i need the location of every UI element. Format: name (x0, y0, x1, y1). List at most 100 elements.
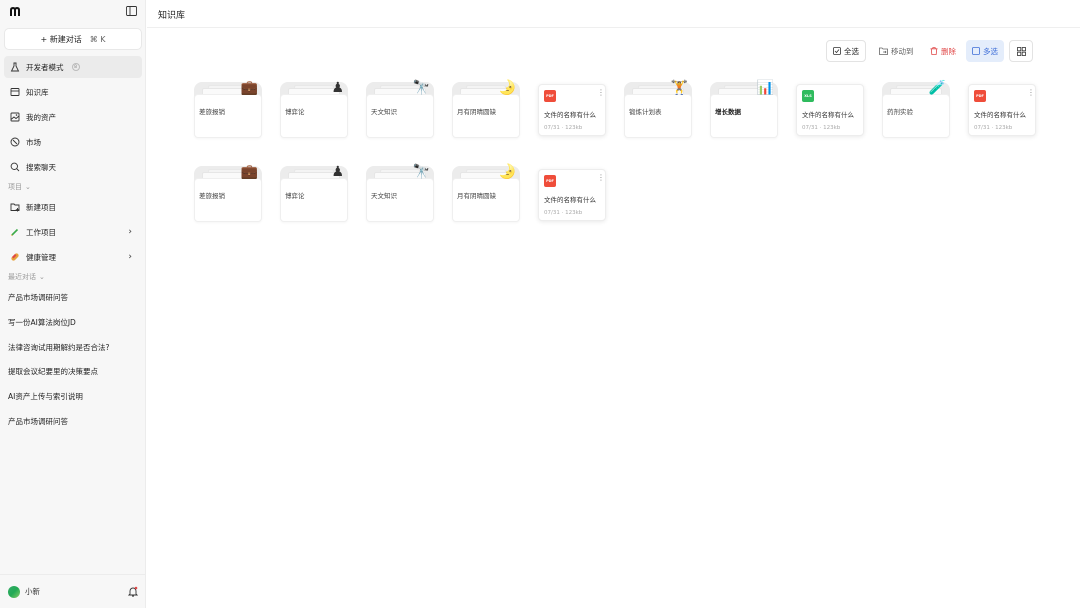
file-name: 文件的名称有什么 (544, 111, 596, 119)
recent-chat-item[interactable]: AI资产上传与索引说明 (8, 391, 83, 402)
folder-name: 药剂实验 (887, 108, 913, 116)
folder-front (882, 94, 950, 138)
pdf-file-icon: PDF (974, 90, 986, 102)
folder-name: 月有阴晴圆缺 (457, 192, 496, 200)
nav-search-chat[interactable]: 搜索聊天 (4, 156, 142, 178)
nav-label: 新建项目 (26, 202, 56, 212)
briefcase-icon: 💼 (240, 80, 258, 96)
file-card[interactable]: XLS 文件的名称有什么 07/31 · 123kb (796, 84, 864, 136)
move-to-button[interactable]: 移动到 (873, 40, 920, 62)
more-options-icon[interactable]: ⋮ (597, 89, 605, 97)
folder-name: 博弈论 (285, 192, 305, 200)
grid-icon (1016, 46, 1026, 56)
file-name: 文件的名称有什么 (544, 196, 596, 204)
folder-name: 月有阴晴圆缺 (457, 108, 496, 116)
chevron-right-icon: › (128, 252, 132, 262)
telescope-icon: 🔭 (412, 164, 430, 180)
section-label-text: 最近对话 (8, 273, 36, 281)
telescope-icon: 🔭 (412, 80, 430, 96)
folder-name: 天文知识 (371, 108, 397, 116)
folder-card[interactable]: 🏋 锻炼计划表 (624, 80, 692, 138)
file-size: 123kb (565, 210, 583, 216)
weightlifting-icon: 🏋 (670, 80, 688, 96)
folder-card[interactable]: 🌛 月有阴晴圆缺 (452, 164, 520, 222)
briefcase-icon: 💼 (240, 164, 258, 180)
delete-button[interactable]: 删除 (924, 40, 962, 62)
avatar (8, 585, 20, 598)
folder-card[interactable]: ♟ 博弈论 (280, 80, 348, 138)
file-size: 123kb (995, 125, 1013, 131)
move-to-label: 移动到 (891, 46, 914, 56)
select-all-button[interactable]: 全选 (826, 40, 866, 62)
nav-label: 工作项目 (26, 227, 56, 237)
recent-chat-item[interactable]: 产品市场调研问答 (8, 292, 68, 303)
new-chat-button[interactable]: + 新建对话 ⌘ K (4, 28, 142, 50)
recent-section-label[interactable]: 最近对话 ⌄ (8, 272, 45, 282)
file-date: 07/31 (802, 125, 818, 131)
checkbox-icon (972, 47, 980, 55)
user-profile[interactable]: 小新 (0, 574, 146, 608)
projects-section-label[interactable]: 项目 ⌄ (8, 182, 31, 192)
chevron-down-icon: ⌄ (25, 183, 31, 191)
file-card[interactable]: PDF ⋮ 文件的名称有什么 07/31 · 123kb (538, 169, 606, 221)
recent-chat-item[interactable]: 法律咨询试用期解约是否合法? (8, 342, 109, 353)
bell-icon[interactable] (128, 586, 138, 597)
search-icon (10, 162, 20, 172)
chess-pawn-icon: ♟ (331, 164, 344, 180)
file-card[interactable]: PDF ⋮ 文件的名称有什么 07/31 · 123kb (538, 84, 606, 136)
folder-card[interactable]: 🔭 天文知识 (366, 164, 434, 222)
nav-knowledge-base[interactable]: 知识库 (4, 81, 142, 103)
nav-label: 搜索聊天 (26, 162, 56, 172)
new-chat-label: + 新建对话 (40, 34, 82, 44)
multi-select-button[interactable]: 多选 (966, 40, 1004, 62)
more-options-icon[interactable]: ⋮ (1027, 89, 1035, 97)
project-health[interactable]: 健康管理 › (4, 246, 142, 268)
folder-card[interactable]: 📊 增长数据 (710, 80, 778, 138)
recent-chat-item[interactable]: 提取会议纪要里的决策要点 (8, 366, 98, 377)
folder-card[interactable]: 🧪 药剂实验 (882, 80, 950, 138)
folder-card[interactable]: 💼 差旅报销 (194, 164, 262, 222)
project-work[interactable]: 工作项目 › (4, 221, 142, 243)
folder-name: 差旅报销 (199, 192, 225, 200)
nav-my-assets[interactable]: 我的资产 (4, 106, 142, 128)
pencil-icon (10, 228, 19, 237)
nav-developer-mode[interactable]: 开发者模式 8 (4, 56, 142, 78)
folder-front (194, 178, 262, 222)
folder-front (624, 94, 692, 138)
nav-market[interactable]: 市场 (4, 131, 142, 153)
delete-label: 删除 (941, 46, 956, 56)
file-card[interactable]: PDF ⋮ 文件的名称有什么 07/31 · 123kb (968, 84, 1036, 136)
chess-pawn-icon: ♟ (331, 80, 344, 96)
page-title: 知识库 (158, 11, 186, 21)
pdf-file-icon: PDF (544, 175, 556, 187)
nav-label: 开发者模式 (26, 62, 64, 72)
folder-plus-icon (10, 203, 20, 212)
more-options-icon[interactable]: ⋮ (597, 174, 605, 182)
folder-card[interactable]: 💼 差旅报销 (194, 80, 262, 138)
recent-chat-item[interactable]: 产品市场调研问答 (8, 416, 68, 427)
logo-icon[interactable] (10, 7, 20, 17)
folder-front (452, 178, 520, 222)
recent-chat-item[interactable]: 写一份AI算法岗位JD (8, 317, 76, 328)
nav-label: 我的资产 (26, 112, 56, 122)
folder-front (366, 94, 434, 138)
file-size: 123kb (565, 125, 583, 131)
folder-card[interactable]: ♟ 博弈论 (280, 164, 348, 222)
multi-select-label: 多选 (983, 46, 998, 56)
folder-card[interactable]: 🔭 天文知识 (366, 80, 434, 138)
folder-front (280, 94, 348, 138)
new-project-button[interactable]: 新建项目 (4, 196, 142, 218)
chevron-right-icon: › (128, 227, 132, 237)
user-name: 小新 (25, 587, 40, 596)
file-meta: 07/31 · 123kb (544, 125, 583, 131)
nav-label: 健康管理 (26, 252, 56, 262)
count-badge: 8 (71, 63, 80, 71)
folder-card[interactable]: 🌛 月有阴晴圆缺 (452, 80, 520, 138)
folder-front (710, 94, 778, 138)
flask-icon (10, 62, 20, 72)
test-tube-icon: 🧪 (928, 80, 946, 96)
grid-view-button[interactable] (1009, 40, 1033, 62)
file-size: 123kb (823, 125, 841, 131)
chevron-down-icon: ⌄ (39, 273, 45, 281)
sidebar-toggle-icon[interactable] (126, 6, 137, 16)
